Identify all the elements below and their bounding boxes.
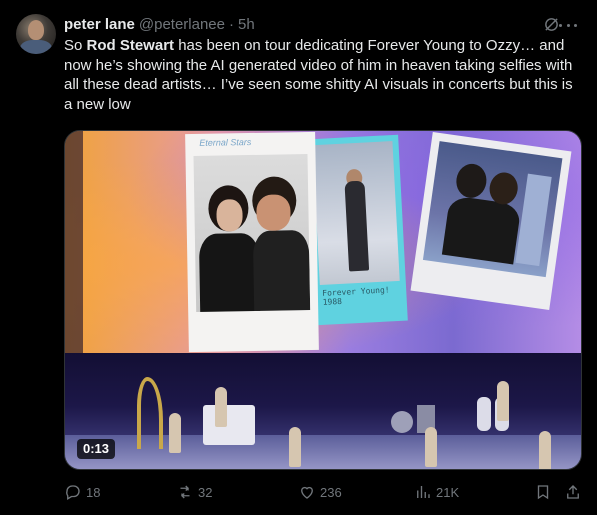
timestamp[interactable]: 5h [238, 16, 255, 33]
concert-screen: Forever Young! 1988 Eternal Stars [65, 131, 581, 353]
tweet-text: So Rod Stewart has been on tour dedicati… [64, 36, 584, 114]
views-icon [417, 486, 430, 498]
grok-icon[interactable] [543, 16, 560, 33]
photo-card-left: Eternal Stars [185, 131, 319, 353]
more-icon[interactable] [559, 16, 577, 34]
repost-count: 32 [198, 484, 213, 500]
share-button[interactable] [564, 482, 582, 502]
action-bar: 18 32 236 21K [64, 482, 584, 502]
concert-stage [65, 353, 581, 469]
like-icon [301, 486, 313, 499]
reply-count: 18 [86, 484, 101, 500]
views-button[interactable]: 21K [414, 482, 459, 502]
performer [169, 413, 181, 453]
separator-dot: · [229, 15, 234, 33]
author-handle[interactable]: @peterlanee [139, 16, 225, 33]
share-icon [567, 485, 579, 499]
harp [137, 377, 163, 449]
performer [497, 381, 509, 421]
bookmark-icon [537, 485, 549, 500]
like-count: 236 [320, 484, 342, 500]
views-count: 21K [436, 484, 460, 500]
avatar[interactable] [16, 14, 56, 54]
like-button[interactable]: 236 [298, 482, 342, 502]
piano [203, 405, 255, 445]
bookmark-button[interactable] [534, 482, 552, 502]
reply-button[interactable]: 18 [64, 482, 100, 502]
tweet-mention-bold: Rod Stewart [86, 37, 175, 54]
performer [539, 431, 551, 469]
photo-card-middle: Forever Young! 1988 [306, 134, 408, 326]
author-name[interactable]: peter lane [64, 16, 135, 33]
performer [425, 427, 437, 467]
video-player[interactable]: Forever Young! 1988 Eternal Stars 0:13 [64, 130, 582, 470]
performer [289, 427, 301, 467]
video-duration: 0:13 [77, 439, 116, 459]
photo-caption-middle: Forever Young! 1988 [322, 285, 390, 307]
photo-card-right [410, 132, 572, 310]
repost-icon [180, 485, 190, 499]
tweet-text-start: So [64, 37, 87, 54]
performer [215, 387, 227, 427]
photo-caption-left: Eternal Stars [199, 136, 252, 148]
tweet-header: peter lane @peterlanee · 5h [64, 14, 577, 34]
reply-icon [66, 485, 80, 500]
repost-button[interactable]: 32 [176, 482, 212, 502]
